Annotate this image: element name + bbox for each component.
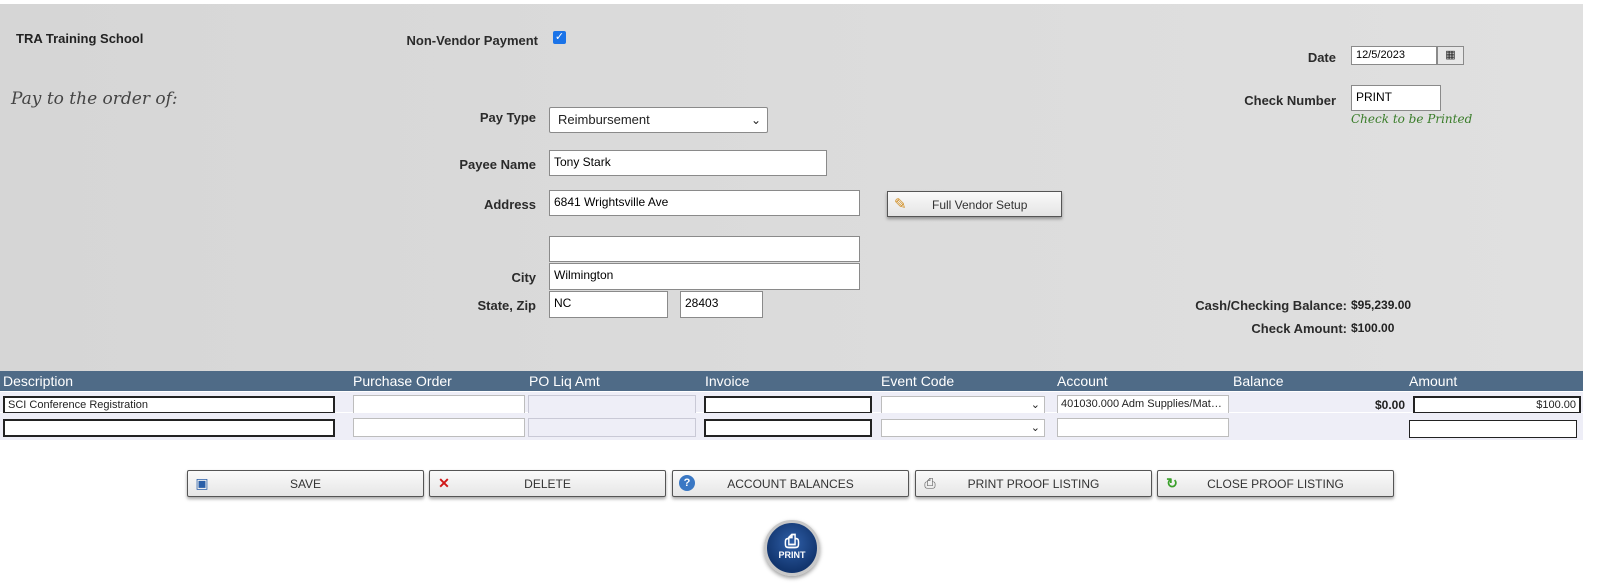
balance-value: $0.00 xyxy=(1374,398,1405,412)
pay-type-select[interactable]: Reimbursement ⌄ xyxy=(549,107,768,133)
city-input[interactable]: Wilmington xyxy=(549,263,860,290)
address-line1-input[interactable]: 6841 Wrightsville Ave xyxy=(549,190,860,216)
calendar-icon[interactable]: ▦ xyxy=(1437,46,1464,65)
po-liq-amt-input xyxy=(528,395,696,414)
amount-input[interactable]: $100.00 xyxy=(1413,396,1581,414)
print-proof-listing-label: PRINT PROOF LISTING xyxy=(967,477,1100,491)
save-label: SAVE xyxy=(289,477,322,491)
state-zip-label: State, Zip xyxy=(477,298,536,313)
account-balances-label: ACCOUNT BALANCES xyxy=(727,477,854,491)
check-number-input[interactable]: PRINT xyxy=(1351,85,1441,111)
description-input[interactable] xyxy=(3,419,335,437)
delete-button[interactable]: ✕ DELETE xyxy=(429,470,666,497)
chevron-down-icon: ⌄ xyxy=(750,113,761,127)
non-vendor-checkbox[interactable]: ✓ xyxy=(553,31,566,44)
help-question-icon: ? xyxy=(679,475,695,491)
full-vendor-setup-button[interactable]: ✎ Full Vendor Setup xyxy=(887,191,1062,217)
zip-input[interactable]: 28403 xyxy=(680,291,763,318)
invoice-input[interactable] xyxy=(704,419,872,437)
pay-to-label: Pay to the order of: xyxy=(11,89,178,109)
address-line2-input[interactable] xyxy=(549,236,860,262)
print-label: PRINT xyxy=(778,550,806,560)
chevron-down-icon: ⌄ xyxy=(1030,399,1040,411)
line-items-header: Description Purchase Order PO Liq Amt In… xyxy=(0,371,1583,391)
delete-label: DELETE xyxy=(524,477,571,491)
date-input[interactable]: 12/5/2023 xyxy=(1351,46,1437,65)
col-description: Description xyxy=(3,373,74,389)
cash-balance-value: $95,239.00 xyxy=(1351,298,1412,312)
payee-name-label: Payee Name xyxy=(459,157,536,172)
state-input[interactable]: NC xyxy=(549,291,668,318)
print-proof-listing-button[interactable]: ⎙ PRINT PROOF LISTING xyxy=(915,470,1152,497)
pay-type-label: Pay Type xyxy=(479,110,536,125)
col-balance: Balance xyxy=(1233,373,1284,389)
po-liq-amt-input xyxy=(528,418,696,437)
invoice-input[interactable] xyxy=(704,396,872,414)
col-amount: Amount xyxy=(1409,373,1458,389)
red-x-icon: ✕ xyxy=(438,475,450,491)
save-button[interactable]: ▣ SAVE xyxy=(187,470,424,497)
col-account: Account xyxy=(1057,373,1108,389)
amount-input[interactable] xyxy=(1409,420,1577,438)
col-purchase-order: Purchase Order xyxy=(353,373,452,389)
non-vendor-label: Non-Vendor Payment xyxy=(406,33,538,48)
printer-icon: ⎙ xyxy=(924,475,936,491)
event-code-select[interactable]: ⌄ xyxy=(881,419,1045,437)
date-label: Date xyxy=(1307,50,1336,65)
account-balances-button[interactable]: ? ACCOUNT BALANCES xyxy=(672,470,909,497)
printer-icon: ⎙ xyxy=(784,531,800,551)
pay-type-value: Reimbursement xyxy=(558,112,650,127)
close-proof-listing-button[interactable]: ↻ CLOSE PROOF LISTING xyxy=(1157,470,1394,497)
check-amount-value: $100.00 xyxy=(1351,321,1395,335)
check-panel xyxy=(0,4,1583,371)
print-button[interactable]: ⎙ PRINT xyxy=(764,520,820,576)
payee-name-input[interactable]: Tony Stark xyxy=(549,150,827,176)
check-number-label: Check Number xyxy=(1244,93,1336,108)
check-to-be-printed-note: Check to be Printed xyxy=(1351,112,1473,126)
col-invoice: Invoice xyxy=(705,373,750,389)
event-code-select[interactable]: ⌄ xyxy=(881,396,1045,414)
col-po-liq-amt: PO Liq Amt xyxy=(529,373,600,389)
refresh-icon: ↻ xyxy=(1166,475,1178,491)
city-label: City xyxy=(511,270,536,285)
col-event-code: Event Code xyxy=(881,373,955,389)
account-input[interactable]: 401030.000 Adm Supplies/Materials xyxy=(1057,395,1229,414)
floppy-disk-icon: ▣ xyxy=(195,475,209,491)
school-name: TRA Training School xyxy=(16,31,144,46)
purchase-order-input[interactable] xyxy=(353,418,525,437)
chevron-down-icon: ⌄ xyxy=(1030,422,1040,434)
close-proof-listing-label: CLOSE PROOF LISTING xyxy=(1207,477,1344,491)
address-label: Address xyxy=(483,197,536,212)
description-input[interactable]: SCI Conference Registration xyxy=(3,396,335,414)
purchase-order-input[interactable] xyxy=(353,395,525,414)
pencil-icon: ✎ xyxy=(894,196,907,213)
cash-balance-label: Cash/Checking Balance: xyxy=(1195,298,1347,313)
full-vendor-setup-label: Full Vendor Setup xyxy=(932,198,1028,212)
check-amount-label: Check Amount: xyxy=(1251,321,1347,336)
account-input[interactable] xyxy=(1057,418,1229,437)
